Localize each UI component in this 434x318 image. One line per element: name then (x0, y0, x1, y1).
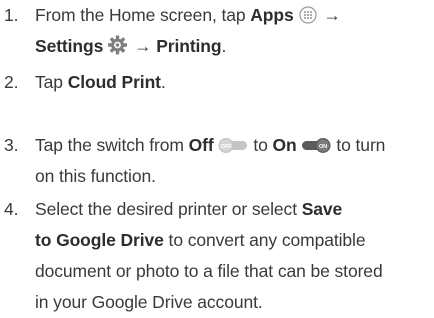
step-text-line: Tap the switch from Off OFF to On ON to … (35, 130, 434, 161)
text-run: Tap (35, 72, 68, 92)
step-text: Select the desired printer or select Sav… (35, 194, 434, 318)
bold-term: Settings (35, 36, 104, 56)
text-run: to turn (331, 135, 386, 155)
text-run: → (318, 5, 341, 25)
step-text-line: document or photo to a file that can be … (35, 256, 434, 287)
text-run: to (248, 135, 273, 155)
step-text-line: Settings → Printing. (35, 31, 434, 62)
bold-term: Printing (156, 36, 222, 56)
text-run: → (129, 36, 157, 56)
bold-term: On (272, 135, 297, 155)
step-number: 3. (4, 135, 19, 155)
text-run: to convert any compatible (163, 230, 366, 250)
bold-term: Off (188, 135, 214, 155)
step-number: 2. (4, 72, 19, 92)
bold-term: Save (301, 199, 343, 219)
switch-on-label: ON (319, 144, 327, 150)
step-text-line: From the Home screen, tap Apps → (35, 0, 434, 31)
step-text-line: to Google Drive to convert any compatibl… (35, 225, 434, 256)
bold-term: to Google Drive (35, 230, 164, 250)
step-number: 4. (4, 199, 19, 219)
text-run: document or photo to a file that can be … (35, 261, 383, 281)
settings-gear-icon (107, 34, 128, 65)
text-run: From the Home screen, tap (35, 5, 251, 25)
step-number: 1. (4, 5, 19, 25)
step-text-line: in your Google Drive account. (35, 287, 434, 318)
step-text: Tap the switch from Off OFF to On ON to … (35, 130, 434, 192)
text-run: Tap the switch from (35, 135, 189, 155)
bold-term: Cloud Print (67, 72, 161, 92)
step-text-line: on this function. (35, 161, 434, 192)
text-run: . (160, 72, 166, 92)
text-run: on this function. (35, 166, 156, 186)
switch-off-icon: OFF (218, 133, 248, 164)
text-run: in your Google Drive account. (35, 292, 263, 312)
step-text-line: Tap Cloud Print. (35, 67, 434, 98)
step-text: Tap Cloud Print. (35, 67, 434, 98)
switch-off-label: OFF (220, 144, 231, 150)
text-run: . (221, 36, 227, 56)
apps-icon (298, 3, 318, 34)
text-run: Select the desired printer or select (35, 199, 302, 219)
bold-term: Apps (250, 5, 294, 25)
step-text-line: Select the desired printer or select Sav… (35, 194, 434, 225)
instruction-page: 1. From the Home screen, tap Apps → Setti… (0, 0, 434, 312)
step-text: From the Home screen, tap Apps → Setting… (35, 0, 434, 62)
switch-on-icon: ON (301, 133, 331, 164)
